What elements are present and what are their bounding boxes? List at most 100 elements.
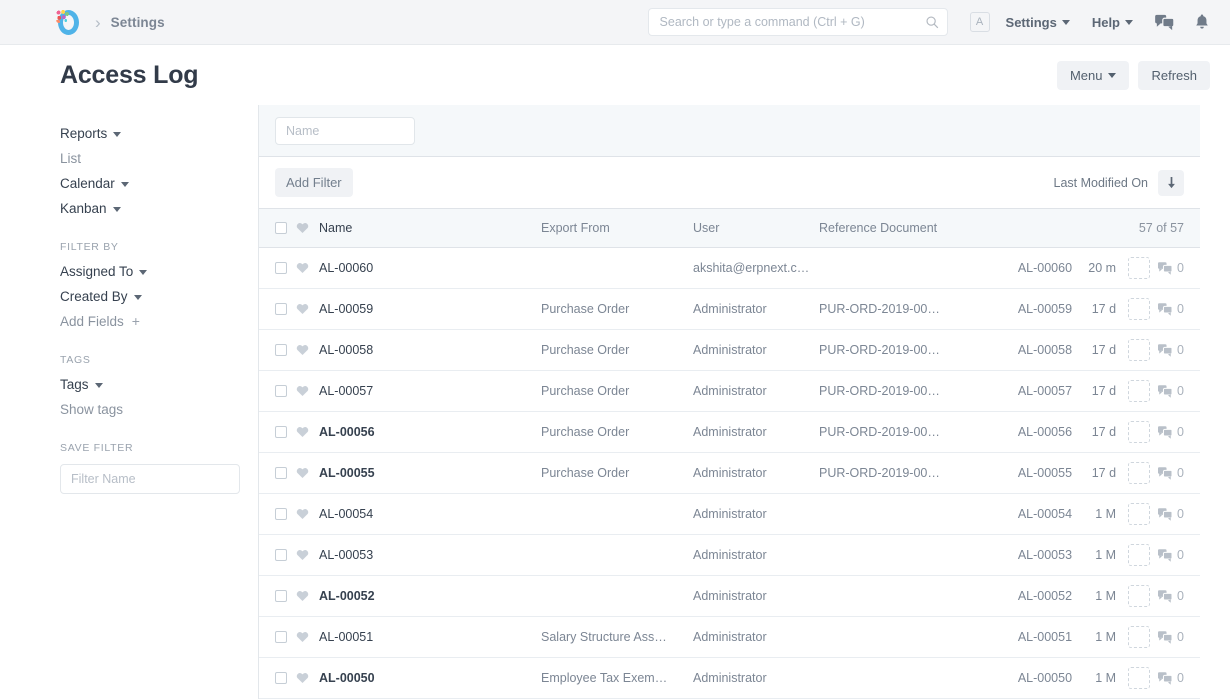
comment-count[interactable]: 0 bbox=[1158, 589, 1184, 603]
row-name-link[interactable]: AL-00052 bbox=[319, 589, 541, 603]
row-checkbox[interactable] bbox=[275, 303, 287, 315]
assignment-placeholder[interactable] bbox=[1128, 421, 1150, 443]
table-row[interactable]: AL-00055Purchase OrderAdministratorPUR-O… bbox=[259, 453, 1200, 494]
assignment-placeholder[interactable] bbox=[1128, 585, 1150, 607]
sidebar-item-created-by[interactable]: Created By bbox=[60, 284, 258, 309]
comment-count[interactable]: 0 bbox=[1158, 671, 1184, 685]
row-name-link[interactable]: AL-00051 bbox=[319, 630, 541, 644]
assignment-placeholder[interactable] bbox=[1128, 462, 1150, 484]
search-input[interactable] bbox=[660, 15, 925, 29]
row-name-link[interactable]: AL-00058 bbox=[319, 343, 541, 357]
table-row[interactable]: AL-00054AdministratorAL-000541 M0 bbox=[259, 494, 1200, 535]
row-name-link[interactable]: AL-00055 bbox=[319, 466, 541, 480]
table-row[interactable]: AL-00058Purchase OrderAdministratorPUR-O… bbox=[259, 330, 1200, 371]
logo-pixel-speck bbox=[56, 10, 69, 23]
chat-bubbles-icon[interactable] bbox=[1155, 14, 1174, 31]
like-heart-icon[interactable] bbox=[296, 262, 309, 274]
like-heart-icon[interactable] bbox=[296, 467, 309, 479]
row-checkbox[interactable] bbox=[275, 467, 287, 479]
sidebar-item-tags[interactable]: Tags bbox=[60, 372, 258, 397]
sidebar-item-list[interactable]: List bbox=[60, 146, 258, 171]
row-checkbox[interactable] bbox=[275, 508, 287, 520]
frappe-logo-icon[interactable] bbox=[56, 10, 81, 35]
refresh-button[interactable]: Refresh bbox=[1138, 61, 1210, 90]
comment-count[interactable]: 0 bbox=[1158, 261, 1184, 275]
comment-count[interactable]: 0 bbox=[1158, 343, 1184, 357]
row-checkbox[interactable] bbox=[275, 344, 287, 356]
sort-selector[interactable]: Last Modified On bbox=[1054, 176, 1149, 190]
row-checkbox[interactable] bbox=[275, 590, 287, 602]
save-filter-name-input[interactable] bbox=[60, 464, 240, 494]
row-name-link[interactable]: AL-00060 bbox=[319, 261, 541, 275]
breadcrumb-settings[interactable]: Settings bbox=[111, 15, 165, 30]
row-checkbox[interactable] bbox=[275, 672, 287, 684]
sidebar-item-kanban[interactable]: Kanban bbox=[60, 196, 258, 221]
assignment-placeholder[interactable] bbox=[1128, 339, 1150, 361]
like-heart-icon[interactable] bbox=[296, 222, 309, 234]
assignment-placeholder[interactable] bbox=[1128, 380, 1150, 402]
table-row[interactable]: AL-00052AdministratorAL-000521 M0 bbox=[259, 576, 1200, 617]
row-name-link[interactable]: AL-00054 bbox=[319, 507, 541, 521]
table-row[interactable]: AL-00059Purchase OrderAdministratorPUR-O… bbox=[259, 289, 1200, 330]
assignment-placeholder[interactable] bbox=[1128, 298, 1150, 320]
table-row[interactable]: AL-00056Purchase OrderAdministratorPUR-O… bbox=[259, 412, 1200, 453]
name-filter-input[interactable] bbox=[275, 117, 415, 145]
comment-count[interactable]: 0 bbox=[1158, 507, 1184, 521]
comment-count[interactable]: 0 bbox=[1158, 302, 1184, 316]
like-heart-icon[interactable] bbox=[296, 385, 309, 397]
row-checkbox[interactable] bbox=[275, 426, 287, 438]
like-heart-icon[interactable] bbox=[296, 672, 309, 684]
assignment-placeholder[interactable] bbox=[1128, 626, 1150, 648]
row-checkbox[interactable] bbox=[275, 385, 287, 397]
comment-count[interactable]: 0 bbox=[1158, 425, 1184, 439]
like-heart-icon[interactable] bbox=[296, 631, 309, 643]
comment-icon bbox=[1158, 303, 1172, 316]
sidebar-item-calendar[interactable]: Calendar bbox=[60, 171, 258, 196]
table-row[interactable]: AL-00053AdministratorAL-000531 M0 bbox=[259, 535, 1200, 576]
assignment-placeholder[interactable] bbox=[1128, 257, 1150, 279]
like-heart-icon[interactable] bbox=[296, 549, 309, 561]
table-row[interactable]: AL-00057Purchase OrderAdministratorPUR-O… bbox=[259, 371, 1200, 412]
assignment-placeholder[interactable] bbox=[1128, 503, 1150, 525]
row-checkbox[interactable] bbox=[275, 631, 287, 643]
comment-count[interactable]: 0 bbox=[1158, 548, 1184, 562]
like-heart-icon[interactable] bbox=[296, 344, 309, 356]
like-heart-icon[interactable] bbox=[296, 426, 309, 438]
row-name-link[interactable]: AL-00056 bbox=[319, 425, 541, 439]
column-header-user[interactable]: User bbox=[693, 221, 819, 235]
table-row[interactable]: AL-00060akshita@erpnext.comAL-0006020 m0 bbox=[259, 248, 1200, 289]
assignment-placeholder[interactable] bbox=[1128, 544, 1150, 566]
add-filter-button[interactable]: Add Filter bbox=[275, 168, 353, 197]
navbar-settings-dropdown[interactable]: Settings bbox=[1006, 15, 1070, 30]
column-header-name[interactable]: Name bbox=[319, 221, 541, 235]
row-name-link[interactable]: AL-00050 bbox=[319, 671, 541, 685]
navbar-help-dropdown[interactable]: Help bbox=[1092, 15, 1133, 30]
row-name-link[interactable]: AL-00053 bbox=[319, 548, 541, 562]
sort-direction-button[interactable] bbox=[1158, 170, 1184, 196]
like-heart-icon[interactable] bbox=[296, 508, 309, 520]
like-heart-icon[interactable] bbox=[296, 590, 309, 602]
assignment-placeholder[interactable] bbox=[1128, 667, 1150, 689]
search-icon[interactable] bbox=[925, 15, 939, 29]
select-all-checkbox[interactable] bbox=[275, 222, 287, 234]
sidebar-item-add-fields[interactable]: Add Fields + bbox=[60, 309, 258, 334]
row-name-link[interactable]: AL-00059 bbox=[319, 302, 541, 316]
table-row[interactable]: AL-00051Salary Structure Ass…Administrat… bbox=[259, 617, 1200, 658]
global-search[interactable] bbox=[648, 8, 948, 36]
comment-count[interactable]: 0 bbox=[1158, 466, 1184, 480]
row-checkbox[interactable] bbox=[275, 262, 287, 274]
row-checkbox[interactable] bbox=[275, 549, 287, 561]
column-header-reference-document[interactable]: Reference Document bbox=[819, 221, 1139, 235]
comment-count[interactable]: 0 bbox=[1158, 630, 1184, 644]
comment-count[interactable]: 0 bbox=[1158, 384, 1184, 398]
avatar[interactable]: A bbox=[970, 12, 990, 32]
bell-icon[interactable] bbox=[1194, 13, 1210, 31]
like-heart-icon[interactable] bbox=[296, 303, 309, 315]
sidebar-item-reports[interactable]: Reports bbox=[60, 121, 258, 146]
sidebar-item-show-tags[interactable]: Show tags bbox=[60, 397, 258, 422]
menu-button[interactable]: Menu bbox=[1057, 61, 1130, 90]
row-name-link[interactable]: AL-00057 bbox=[319, 384, 541, 398]
table-row[interactable]: AL-00050Employee Tax Exem…AdministratorA… bbox=[259, 658, 1200, 699]
sidebar-item-assigned-to[interactable]: Assigned To bbox=[60, 259, 258, 284]
column-header-export-from[interactable]: Export From bbox=[541, 221, 693, 235]
